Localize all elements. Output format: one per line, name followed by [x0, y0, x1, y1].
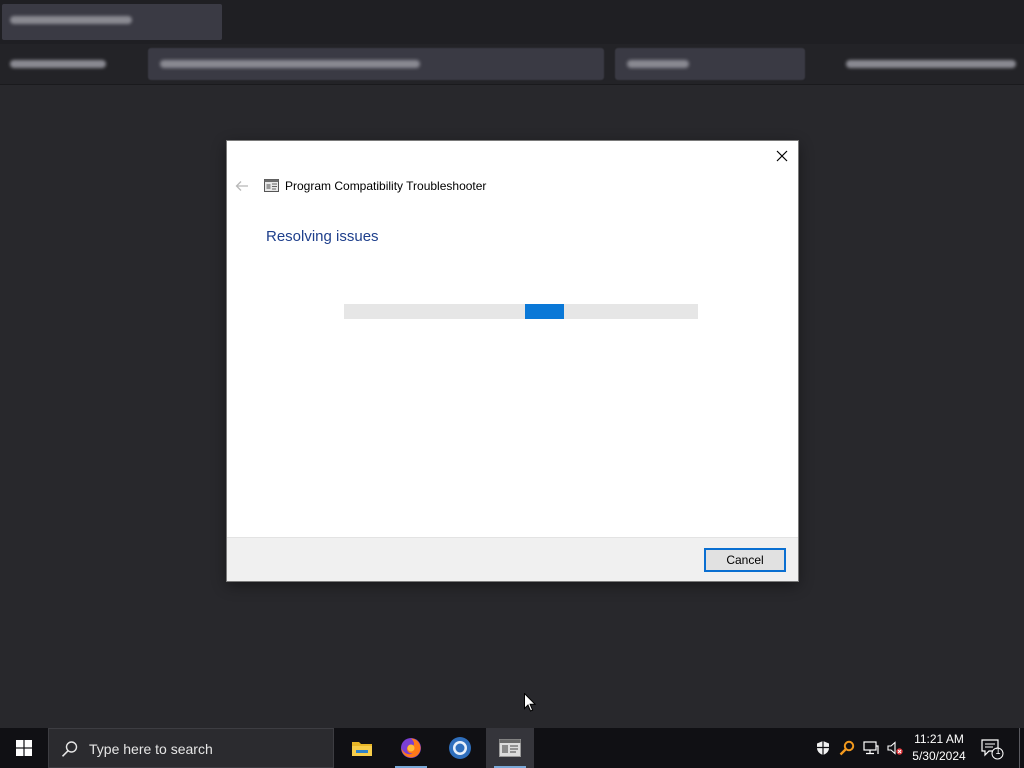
clock-time: 11:21 AM [914, 732, 964, 746]
action-center-button[interactable]: 1 [980, 738, 1004, 760]
start-button[interactable] [0, 728, 48, 768]
dialog-footer: Cancel [227, 537, 798, 581]
close-icon [776, 150, 788, 162]
tray-security-shield[interactable] [815, 740, 831, 756]
status-heading: Resolving issues [266, 228, 379, 245]
search-tool-icon [839, 740, 855, 756]
cancel-button[interactable]: Cancel [704, 548, 786, 572]
taskbar-search-box[interactable]: Type here to search [48, 728, 334, 768]
security-shield-icon [817, 741, 829, 755]
firefox-icon [401, 738, 421, 758]
notification-count: 1 [995, 746, 1001, 756]
tray-search-tool[interactable] [839, 740, 855, 756]
clock-date: 5/30/2024 [912, 749, 966, 763]
tray-network[interactable] [863, 740, 879, 756]
system-clock[interactable]: 11:21 AM 5/30/2024 [905, 731, 973, 765]
windows-logo-icon [16, 740, 32, 756]
troubleshooter-app-icon [264, 179, 279, 192]
mouse-pointer-icon [524, 693, 536, 712]
blurred-address-field[interactable] [148, 48, 604, 80]
blurred-window-header [0, 0, 1024, 44]
progress-bar [344, 304, 698, 319]
blurred-toolbar [0, 44, 1024, 85]
search-placeholder: Type here to search [89, 741, 213, 757]
search-icon [61, 741, 78, 757]
tray-volume[interactable] [887, 740, 903, 756]
back-button[interactable] [233, 178, 251, 194]
file-explorer-icon [352, 742, 372, 756]
blurred-field[interactable] [615, 48, 805, 80]
troubleshooter-dialog: Program Compatibility Troubleshooter Res… [227, 141, 798, 581]
taskbar-troubleshooter[interactable] [486, 728, 534, 768]
progress-indicator [525, 304, 564, 319]
volume-muted-icon [887, 741, 903, 755]
back-arrow-icon [235, 181, 248, 191]
chrome-icon [449, 737, 471, 759]
troubleshooter-icon [499, 739, 521, 757]
close-button[interactable] [766, 141, 798, 171]
show-desktop-button[interactable] [1019, 728, 1020, 768]
blurred-tab[interactable] [2, 4, 222, 40]
network-icon [863, 741, 879, 755]
taskbar-firefox[interactable] [387, 728, 435, 768]
dialog-title: Program Compatibility Troubleshooter [285, 179, 487, 193]
taskbar-chrome[interactable] [436, 728, 484, 768]
taskbar: Type here to search 11:21 AM 5/30/2024 1 [0, 728, 1024, 768]
taskbar-file-explorer[interactable] [338, 728, 386, 768]
